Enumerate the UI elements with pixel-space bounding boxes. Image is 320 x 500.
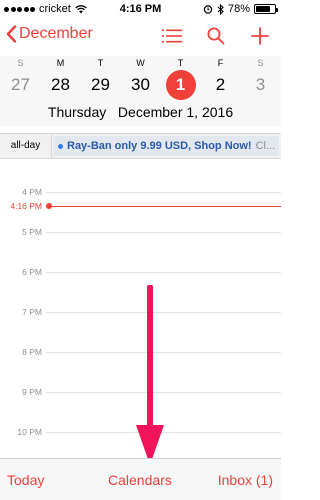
list-icon (162, 29, 182, 43)
hour-row: 5 PM (0, 227, 281, 244)
week-date[interactable]: 2 (201, 70, 241, 100)
week-date-number: 28 (51, 75, 70, 94)
week-date-number: 27 (11, 75, 30, 94)
hour-gridline (46, 232, 281, 233)
hour-gridline (46, 192, 281, 193)
selected-full-date: December 1, 2016 (117, 104, 234, 120)
hour-row: 4 PM (0, 187, 281, 204)
add-event-button[interactable] (249, 25, 271, 47)
event-location-truncated: Cl... (255, 140, 276, 152)
nav-bar: December (0, 20, 281, 54)
week-date[interactable]: 27 (1, 70, 41, 100)
nav-actions (161, 25, 271, 47)
hour-label: 9 PM (22, 387, 42, 397)
hour-gridline (46, 272, 281, 273)
event-title: Ray-Ban only 9.99 USD, Shop Now! (67, 140, 252, 152)
search-button[interactable] (205, 25, 227, 47)
back-button[interactable]: December (6, 25, 93, 43)
current-time-label: 4:16 PM (10, 201, 42, 211)
all-day-label: all-day (0, 134, 52, 158)
week-date-number: 3 (255, 75, 266, 94)
selected-weekday: Thursday (47, 104, 107, 120)
week-date-number: 30 (131, 75, 150, 94)
back-label: December (19, 25, 93, 42)
hour-label: 6 PM (22, 267, 42, 277)
weekday-letter: T (97, 58, 104, 68)
week-date-number: 2 (215, 75, 226, 94)
week-date[interactable]: 28 (41, 70, 81, 100)
annotation-arrow-icon (136, 285, 164, 465)
week-strip: S 27 M 28 T 29 W 30 T 1 F 2 S 3 Thursday December 1, … (0, 56, 281, 126)
week-date[interactable]: 3 (241, 70, 281, 100)
hour-label: 7 PM (22, 307, 42, 317)
weekday-letter: S (257, 58, 264, 68)
battery-percent: 78% (227, 3, 250, 15)
bottom-toolbar: Today Calendars Inbox (1) (0, 458, 281, 500)
bluetooth-icon (217, 3, 224, 15)
weekday-letter: T (177, 58, 184, 68)
weekday-letter: W (136, 58, 145, 68)
week-date-number: 1 (165, 70, 196, 100)
all-day-event[interactable]: Ray-Ban only 9.99 USD, Shop Now! Cl... (54, 136, 279, 156)
status-bar: cricket 4:16 PM 78% (0, 0, 281, 18)
week-date-number: 29 (91, 75, 110, 94)
calendars-button[interactable]: Calendars (108, 472, 172, 488)
search-icon (207, 27, 225, 45)
current-time-line (48, 206, 281, 207)
calendar-color-dot (58, 143, 63, 149)
chevron-left-icon (6, 25, 17, 43)
today-button[interactable]: Today (7, 472, 44, 488)
alarm-icon (203, 5, 213, 14)
weekday-letter: S (17, 58, 24, 68)
weekday-letter: F (217, 58, 224, 68)
hour-label: 8 PM (22, 347, 42, 357)
week-date[interactable]: 30 (121, 70, 161, 100)
plus-icon (251, 27, 269, 45)
hour-label: 4 PM (22, 187, 42, 197)
battery-icon (254, 4, 278, 14)
inbox-button[interactable]: Inbox (1) (218, 472, 273, 488)
week-date-today[interactable]: 1 (161, 70, 201, 100)
hour-label: 10 PM (17, 427, 42, 437)
all-day-section: all-day Ray-Ban only 9.99 USD, Shop Now!… (0, 133, 281, 159)
battery-level (256, 6, 271, 12)
hour-label: 5 PM (22, 227, 42, 237)
selected-date-label: Thursday December 1, 2016 (0, 104, 281, 120)
status-right: 78% (203, 3, 278, 15)
hour-row: 6 PM (0, 267, 281, 284)
weekday-letter: M (56, 58, 65, 68)
list-view-button[interactable] (161, 25, 183, 47)
week-date[interactable]: 29 (81, 70, 121, 100)
